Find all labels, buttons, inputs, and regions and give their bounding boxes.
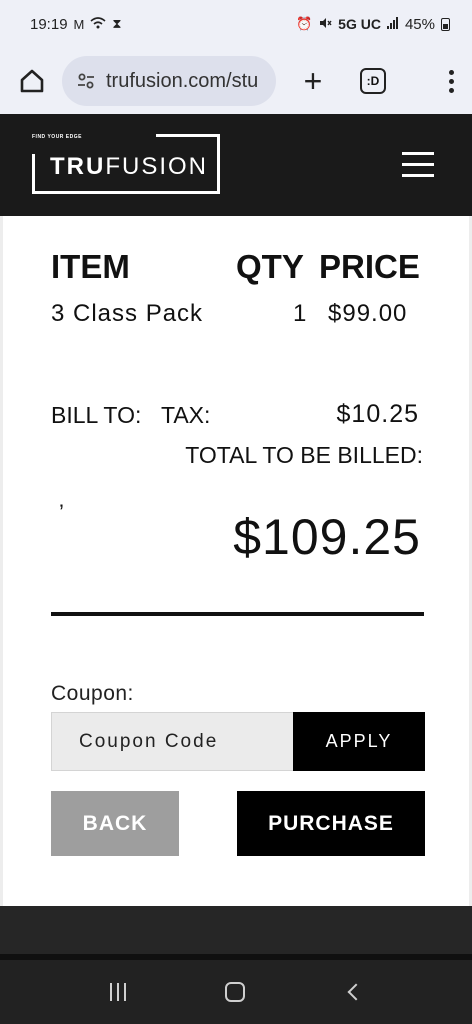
site-footer [0, 906, 472, 954]
column-header-item: ITEM [51, 248, 130, 285]
back-button[interactable]: BACK [51, 791, 179, 856]
apply-coupon-button[interactable]: APPLY [293, 712, 425, 771]
bill-to-label: BILL TO: [51, 402, 142, 428]
item-qty: 1 [293, 300, 308, 327]
column-header-price: PRICE [319, 248, 420, 285]
trufusion-logo[interactable]: FIND YOUR EDGE TRUFUSION [32, 134, 220, 194]
status-left: 19:19 M ⧗ [30, 16, 122, 33]
item-name: 3 Class Pack [51, 300, 204, 327]
address-bar[interactable]: trufusion.com/stu [62, 56, 276, 106]
home-icon [20, 69, 44, 93]
hamburger-menu-icon[interactable] [402, 152, 434, 177]
new-tab-button[interactable]: + [296, 65, 330, 97]
site-settings-icon[interactable] [76, 71, 96, 91]
battery-icon [441, 17, 450, 31]
status-right: ⏰ 5G UC 45% [296, 16, 450, 33]
gmail-icon: M [73, 16, 85, 32]
site-header: FIND YOUR EDGE TRUFUSION [0, 114, 472, 216]
status-time: 19:19 [30, 15, 68, 33]
status-bar: 19:19 M ⧗ ⏰ 5G UC 45% [0, 0, 472, 48]
column-header-qty: QTY [236, 248, 304, 285]
bill-to-value: ’ [59, 500, 64, 525]
item-price: $99.00 [328, 300, 408, 327]
signal-icon [386, 16, 399, 32]
total-value: $109.25 [233, 509, 421, 565]
hourglass-icon: ⧗ [112, 16, 122, 31]
alarm-icon: ⏰ [295, 16, 313, 31]
tax-label: TAX: [161, 402, 211, 428]
system-nav-bar [0, 960, 472, 1024]
battery-percent: 45% [404, 15, 435, 33]
divider [51, 612, 424, 616]
tab-switcher-button[interactable]: :D [360, 68, 386, 94]
url-text: trufusion.com/stu [106, 69, 259, 92]
total-label: TOTAL TO BE BILLED: [185, 442, 423, 468]
checkout-summary: ITEM QTY PRICE 3 Class Pack 1 $99.00 BIL… [0, 216, 472, 906]
mute-icon [318, 16, 332, 33]
browser-toolbar: trufusion.com/stu + :D [0, 48, 472, 114]
browser-menu-button[interactable] [449, 69, 454, 93]
home-nav-icon[interactable] [224, 982, 245, 1002]
tax-value: $10.25 [336, 400, 419, 428]
purchase-button[interactable]: PURCHASE [237, 791, 425, 856]
back-nav-icon[interactable] [347, 983, 365, 1001]
recent-apps-icon[interactable] [109, 983, 126, 1001]
coupon-code-input[interactable] [51, 712, 293, 771]
home-button[interactable] [14, 63, 50, 99]
wifi-icon [90, 16, 106, 32]
logo-tagline: FIND YOUR EDGE [32, 134, 82, 140]
network-label: 5G UC [338, 16, 381, 32]
coupon-label: Coupon: [51, 682, 134, 705]
logo-wordmark: TRUFUSION [50, 153, 208, 180]
